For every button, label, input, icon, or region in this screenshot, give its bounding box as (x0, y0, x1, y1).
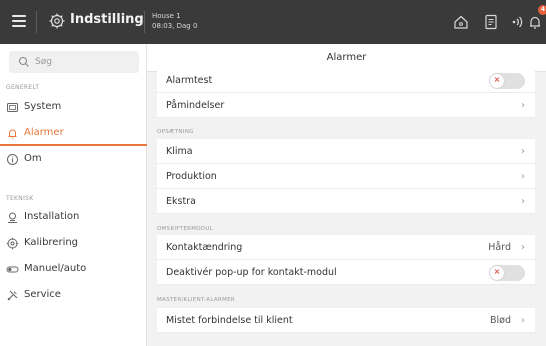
bell-icon[interactable] (526, 13, 544, 31)
row-deaktiver-popup[interactable]: Deaktivér pop-up for kontakt-modul × (157, 260, 535, 285)
toggle-off-icon: × (493, 75, 501, 84)
sidebar-item-label: Installation (24, 211, 80, 222)
sidebar-item-label: Kalibrering (24, 237, 79, 248)
row-label: Ekstra (166, 196, 196, 207)
info-icon (7, 154, 18, 165)
row-label: Påmindelser (166, 100, 225, 111)
hamburger-menu-icon[interactable] (12, 15, 26, 27)
sidebar-item-manuel-auto[interactable]: Manuel/auto (0, 258, 147, 282)
notification-badge: 4 (538, 5, 546, 15)
sidebar-item-label: Manuel/auto (24, 263, 87, 274)
row-alarmtest[interactable]: Alarmtest × (157, 68, 535, 93)
group-label-setup: OPSÆTNING (157, 129, 194, 135)
signal-icon[interactable] (508, 13, 526, 31)
chevron-right-icon: › (521, 146, 525, 157)
document-icon[interactable] (482, 13, 500, 31)
installation-icon (8, 212, 17, 223)
row-kontaktaendring[interactable]: Kontaktændring Hård › (157, 235, 535, 260)
chevron-right-icon: › (521, 315, 525, 326)
row-mistet-forbindelse[interactable]: Mistet forbindelse til klient Blød › (157, 308, 535, 333)
search-icon (18, 56, 29, 67)
top-bar: Indstilling House 1 08:03, Dag 0 4 (0, 0, 546, 44)
section-label-general: GENERELT (6, 84, 40, 91)
section-label-technical: TEKNISK (6, 195, 34, 202)
page-title: Indstilling (70, 12, 144, 27)
gear-icon (49, 13, 65, 29)
house-time: 08:03, Dag 0 (152, 22, 198, 30)
sidebar-item-label: Alarmer (24, 127, 64, 138)
chevron-right-icon: › (521, 171, 525, 182)
sidebar-item-kalibrering[interactable]: Kalibrering (0, 232, 147, 256)
row-produktion[interactable]: Produktion › (157, 164, 535, 189)
row-label: Mistet forbindelse til klient (166, 315, 293, 326)
row-label: Produktion (166, 171, 217, 182)
row-ekstra[interactable]: Ekstra › (157, 189, 535, 214)
group-label-switch-module: OMSKIFTERMODUL (157, 226, 214, 232)
sidebar-item-label: Om (24, 153, 42, 164)
main-title: Alarmer (326, 52, 367, 63)
sidebar-item-alarmer[interactable]: Alarmer (0, 122, 147, 146)
chevron-right-icon: › (521, 196, 525, 207)
toggle-knob: × (490, 74, 504, 88)
service-icon (7, 290, 18, 301)
house-name: House 1 (152, 12, 181, 20)
search-box[interactable] (9, 51, 139, 73)
divider (36, 11, 37, 33)
row-value: Blød (490, 315, 511, 326)
row-label: Kontaktændring (166, 242, 243, 253)
main-panel: Alarmer Alarmtest × Påmindelser › OPSÆTN… (147, 44, 546, 346)
chevron-right-icon: › (521, 100, 525, 111)
sidebar-item-label: Service (24, 289, 61, 300)
manual-auto-icon (6, 266, 19, 273)
home-icon[interactable] (452, 13, 470, 31)
row-paamindelser[interactable]: Påmindelser › (157, 93, 535, 118)
row-label: Deaktivér pop-up for kontakt-modul (166, 267, 337, 278)
bell-icon (8, 129, 17, 139)
search-input[interactable] (35, 54, 135, 70)
toggle-knob: × (490, 266, 504, 280)
deaktiver-popup-toggle[interactable]: × (489, 265, 525, 281)
calibration-icon (6, 237, 19, 250)
system-icon (7, 103, 18, 112)
toggle-off-icon: × (493, 267, 501, 276)
house-info[interactable]: House 1 08:03, Dag 0 (152, 11, 197, 31)
group-label-master-client: MASTER/KLIENT-ALARMER (157, 297, 235, 303)
row-label: Alarmtest (166, 75, 213, 86)
row-label: Klima (166, 146, 193, 157)
alarmtest-toggle[interactable]: × (489, 73, 525, 89)
sidebar-item-om[interactable]: Om (0, 148, 147, 172)
sidebar-item-system[interactable]: System (0, 96, 147, 120)
row-value: Hård (488, 242, 511, 253)
chevron-right-icon: › (521, 242, 525, 253)
sidebar: GENERELT System Alarmer Om TEKNISK Insta… (0, 44, 147, 346)
row-klima[interactable]: Klima › (157, 139, 535, 164)
sidebar-item-service[interactable]: Service (0, 284, 147, 308)
sidebar-item-label: System (24, 101, 62, 112)
sidebar-item-installation[interactable]: Installation (0, 206, 147, 230)
divider (144, 11, 145, 33)
